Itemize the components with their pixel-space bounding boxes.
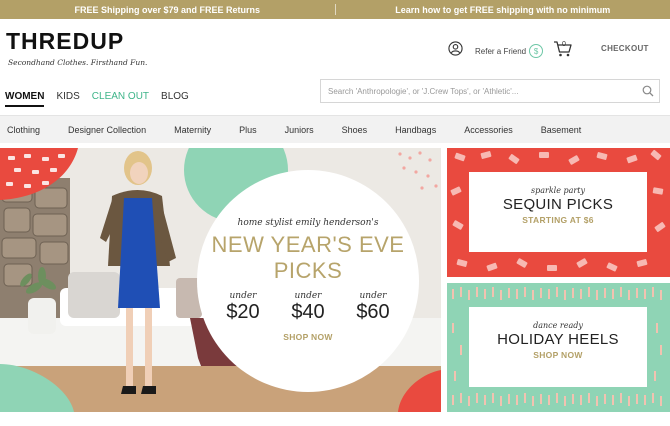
category-basement[interactable]: Basement — [541, 125, 582, 135]
category-juniors[interactable]: Juniors — [285, 125, 314, 135]
search-icon[interactable] — [642, 85, 654, 97]
heels-kicker: dance ready — [533, 321, 583, 330]
price-amount: $20 — [226, 301, 260, 323]
search-input[interactable] — [321, 80, 631, 102]
hero-title: NEW YEAR'S EVE PICKS — [197, 232, 419, 284]
price-tiers: under $20 under $40 under $60 — [215, 291, 401, 323]
sequin-cta[interactable]: STARTING AT $6 — [469, 215, 647, 225]
search-box — [320, 79, 660, 103]
nav-women[interactable]: WOMEN — [5, 91, 45, 107]
learn-free-shipping-link[interactable]: Learn how to get FREE shipping with no m… — [336, 5, 670, 15]
price-tier-20[interactable]: under $20 — [215, 291, 271, 323]
cart-count: 0 — [562, 41, 566, 48]
site-tagline: Secondhand Clothes. Firsthand Fun. — [8, 58, 148, 67]
price-amount: $60 — [356, 301, 390, 323]
sequin-text-box: sparkle party SEQUIN PICKS STARTING AT $… — [469, 172, 647, 252]
category-handbags[interactable]: Handbags — [395, 125, 436, 135]
category-accessories[interactable]: Accessories — [464, 125, 513, 135]
hero-shop-now-button[interactable]: SHOP NOW — [197, 332, 419, 342]
checkout-link[interactable]: CHECKOUT — [601, 44, 649, 53]
hero-banner[interactable]: home stylist emily henderson's NEW YEAR'… — [0, 148, 441, 412]
account-icon[interactable] — [448, 41, 463, 56]
sequin-kicker: sparkle party — [531, 186, 585, 195]
sequin-picks-promo[interactable]: sparkle party SEQUIN PICKS STARTING AT $… — [447, 148, 670, 277]
category-clothing[interactable]: Clothing — [7, 125, 40, 135]
refer-label: Refer a Friend — [475, 46, 527, 56]
price-under-label: under — [359, 291, 387, 301]
nav-kids[interactable]: KIDS — [56, 91, 79, 107]
heels-title: HOLIDAY HEELS — [497, 331, 619, 348]
hero-title-line1: NEW YEAR'S EVE — [211, 232, 405, 257]
main-nav: WOMEN KIDS CLEAN OUT BLOG — [5, 91, 189, 107]
price-amount: $40 — [291, 301, 325, 323]
holiday-heels-promo[interactable]: dance ready HOLIDAY HEELS SHOP NOW — [447, 283, 670, 412]
sequin-title: SEQUIN PICKS — [502, 196, 614, 213]
price-tier-40[interactable]: under $40 — [280, 291, 336, 323]
price-tier-60[interactable]: under $60 — [345, 291, 401, 323]
dollar-icon: $ — [529, 44, 544, 58]
category-maternity[interactable]: Maternity — [174, 125, 211, 135]
promo-bar: FREE Shipping over $79 and FREE Returns … — [0, 0, 670, 19]
refer-a-friend-link[interactable]: Refer a Friend $ — [475, 44, 544, 58]
heels-cta[interactable]: SHOP NOW — [469, 350, 647, 360]
hero-title-line2: PICKS — [273, 258, 343, 283]
category-shoes[interactable]: Shoes — [342, 125, 368, 135]
heels-text-box: dance ready HOLIDAY HEELS SHOP NOW — [469, 307, 647, 387]
category-plus[interactable]: Plus — [239, 125, 257, 135]
free-shipping-link[interactable]: FREE Shipping over $79 and FREE Returns — [0, 5, 335, 15]
price-under-label: under — [229, 291, 257, 301]
price-under-label: under — [294, 291, 322, 301]
category-designer-collection[interactable]: Designer Collection — [68, 125, 146, 135]
hero-kicker: home stylist emily henderson's — [237, 218, 379, 228]
site-logo[interactable]: THREDUP — [6, 28, 124, 55]
nav-blog[interactable]: BLOG — [161, 91, 189, 107]
category-nav: Clothing Designer Collection Maternity P… — [0, 115, 670, 143]
nav-clean-out[interactable]: CLEAN OUT — [92, 91, 149, 107]
